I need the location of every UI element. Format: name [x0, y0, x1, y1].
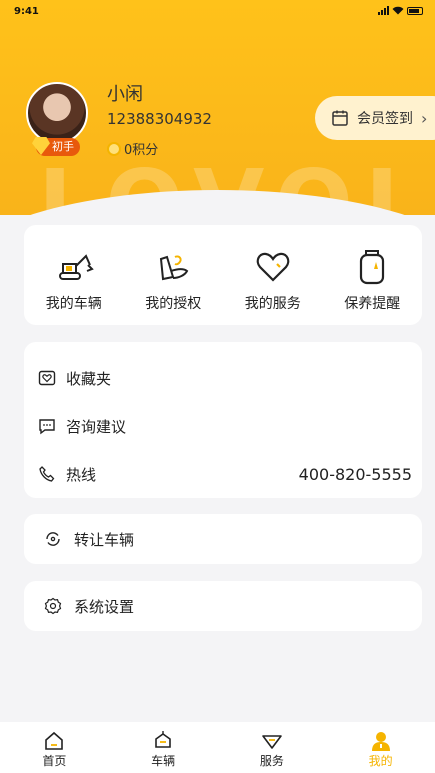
tab-home[interactable]: 首页 — [0, 722, 109, 773]
transfer-vehicle-row[interactable]: 转让车辆 — [24, 514, 422, 564]
favorites-icon — [38, 370, 56, 386]
user-name: 小闲 — [107, 84, 143, 105]
my-services-button[interactable]: 我的服务 — [223, 225, 323, 325]
avatar[interactable] — [26, 82, 88, 144]
system-settings-row[interactable]: 系统设置 — [24, 581, 422, 631]
gear-icon — [44, 597, 62, 615]
person-icon — [371, 732, 390, 751]
tab-vehicles[interactable]: 车辆 — [109, 722, 218, 773]
member-signin-button[interactable]: 会员签到 › — [315, 96, 435, 140]
hand-card-icon — [160, 255, 189, 281]
tab-vehicles-label: 车辆 — [151, 754, 176, 768]
my-services-label: 我的服务 — [244, 296, 301, 312]
tab-mine[interactable]: 我的 — [326, 722, 435, 773]
system-settings-label: 系统设置 — [74, 597, 135, 616]
my-authorization-label: 我的授权 — [145, 296, 202, 312]
tab-home-label: 首页 — [42, 754, 67, 768]
coin-icon — [107, 141, 121, 156]
menu-card: 收藏夹 咨询建议 热线 400-820-5555 — [24, 342, 422, 498]
level-badge-label: 初手 — [52, 140, 74, 153]
hotline-number[interactable]: 400-820-5555 — [299, 465, 412, 484]
my-vehicles-label: 我的车辆 — [45, 296, 102, 312]
bottom-tab-bar: 首页 车辆 服务 我的 — [0, 722, 435, 773]
points-info[interactable]: 0积分 — [107, 139, 158, 158]
points-label: 0积分 — [124, 143, 159, 158]
hotline-row[interactable]: 热线 400-820-5555 — [24, 450, 422, 498]
status-icons — [378, 6, 423, 15]
feedback-row[interactable]: 咨询建议 — [24, 402, 422, 450]
favorites-label: 收藏夹 — [66, 369, 112, 388]
status-time: 9:41 — [14, 6, 39, 17]
tab-mine-label: 我的 — [368, 754, 393, 768]
user-phone: 12388304932 — [107, 110, 212, 128]
home-icon — [45, 731, 64, 750]
phone-icon — [39, 466, 55, 482]
oil-can-icon — [360, 250, 385, 285]
transfer-vehicle-label: 转让车辆 — [74, 530, 135, 549]
tab-services-label: 服务 — [259, 754, 284, 768]
my-authorization-button[interactable]: 我的授权 — [124, 225, 224, 325]
my-vehicles-button[interactable]: 我的车辆 — [24, 225, 124, 325]
service-icon — [262, 735, 282, 749]
calendar-icon — [332, 110, 348, 126]
hotline-label: 热线 — [66, 465, 97, 484]
status-bar: 9:41 — [0, 0, 435, 26]
maintenance-reminder-label: 保养提醒 — [344, 296, 401, 312]
quick-actions-card: 我的车辆 我的授权 我的服务 保养提醒 — [24, 225, 422, 325]
chat-icon — [39, 419, 55, 435]
tab-services[interactable]: 服务 — [218, 722, 327, 773]
maintenance-reminder-button[interactable]: 保养提醒 — [323, 225, 423, 325]
signal-icon — [378, 6, 389, 15]
vehicle-icon — [155, 731, 171, 748]
wifi-icon — [392, 6, 404, 15]
favorites-row[interactable]: 收藏夹 — [24, 354, 422, 402]
feedback-label: 咨询建议 — [66, 417, 127, 436]
excavator-icon — [58, 254, 94, 280]
heart-icon — [256, 252, 290, 282]
battery-icon — [407, 6, 423, 15]
chevron-right-icon: › — [421, 108, 428, 128]
transfer-icon — [46, 532, 60, 546]
level-badge: 初手 — [32, 137, 80, 156]
signin-label: 会员签到 — [357, 111, 413, 127]
